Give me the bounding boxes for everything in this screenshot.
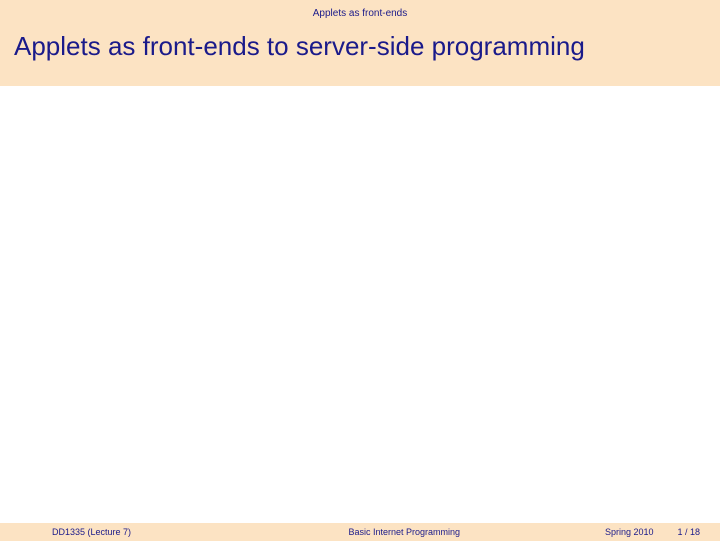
footer-term: Spring 2010 xyxy=(605,527,654,537)
footer-subject: Basic Internet Programming xyxy=(308,527,604,537)
section-label: Applets as front-ends xyxy=(0,8,720,19)
slide-header: Applets as front-ends Applets as front-e… xyxy=(0,0,720,86)
footer-page-number: 1 / 18 xyxy=(677,527,700,537)
slide-title: Applets as front-ends to server-side pro… xyxy=(0,31,720,62)
slide-footer: DD1335 (Lecture 7) Basic Internet Progra… xyxy=(0,523,720,541)
footer-course: DD1335 (Lecture 7) xyxy=(0,527,308,537)
